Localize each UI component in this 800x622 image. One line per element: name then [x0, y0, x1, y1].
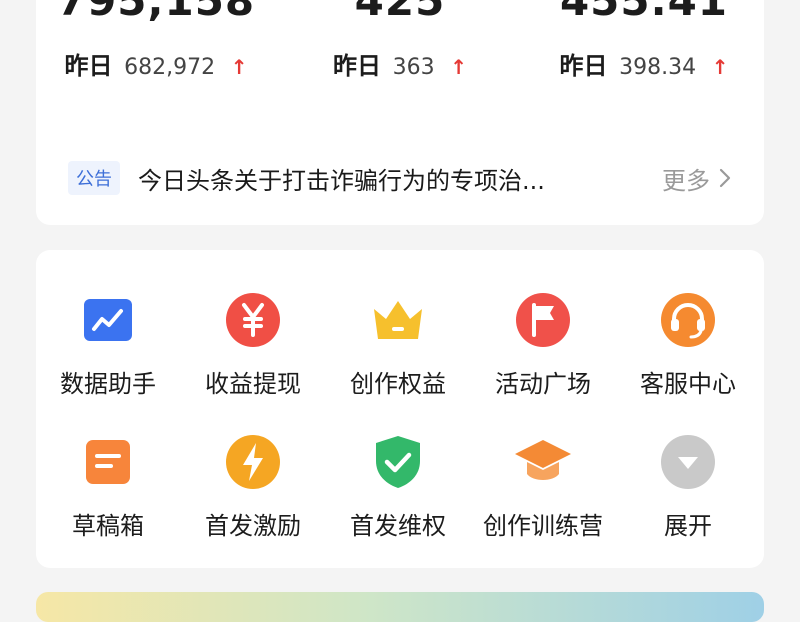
- yesterday-label: 昨日: [559, 52, 608, 80]
- stat-item[interactable]: 425 昨日 363 ↑: [280, 0, 520, 82]
- headset-icon: [658, 290, 718, 350]
- tool-creator-training-camp[interactable]: 创作训练营: [471, 432, 615, 552]
- arrow-up-icon: ↑: [230, 55, 248, 79]
- stat-value: 425: [354, 0, 446, 25]
- tool-label: 创作权益: [350, 370, 446, 398]
- tool-income-withdraw[interactable]: 收益提现: [181, 290, 325, 410]
- stats-card: 795,158 昨日 682,972 ↑ 425 昨日 363 ↑ 455.41…: [36, 0, 764, 225]
- lightning-icon: [223, 432, 283, 492]
- promo-banner[interactable]: [36, 592, 764, 622]
- tool-drafts[interactable]: 草稿箱: [36, 432, 180, 552]
- stat-item[interactable]: 455.41 昨日 398.34 ↑: [524, 0, 764, 82]
- notice-text[interactable]: 今日头条关于打击诈骗行为的专项治...: [138, 161, 662, 196]
- yesterday-label: 昨日: [332, 52, 381, 80]
- arrow-up-icon: ↑: [711, 55, 729, 79]
- graduation-cap-icon: [513, 432, 573, 492]
- stat-yesterday: 昨日 363 ↑: [280, 52, 520, 82]
- tool-label: 草稿箱: [72, 512, 144, 540]
- tool-first-publish-incentive[interactable]: 首发激励: [181, 432, 325, 552]
- stat-yesterday: 昨日 682,972 ↑: [36, 52, 276, 82]
- tool-label: 客服中心: [640, 370, 736, 398]
- tool-label: 创作训练营: [483, 512, 603, 540]
- yesterday-value: 398.34: [619, 55, 697, 80]
- arrow-up-icon: ↑: [450, 55, 468, 79]
- stat-item[interactable]: 795,158 昨日 682,972 ↑: [36, 0, 276, 82]
- more-link[interactable]: 更多: [662, 161, 732, 196]
- yuan-icon: [223, 290, 283, 350]
- tool-activity-square[interactable]: 活动广场: [471, 290, 615, 410]
- shield-check-icon: [368, 432, 428, 492]
- tool-label: 首发维权: [350, 512, 446, 540]
- tool-label: 首发激励: [205, 512, 301, 540]
- tools-card: 数据助手 收益提现 创作权益 活动广场 客服中心 草稿箱 首发激励 首发维权 创…: [36, 250, 764, 568]
- tool-data-assistant[interactable]: 数据助手: [36, 290, 180, 410]
- tool-creator-rights[interactable]: 创作权益: [326, 290, 470, 410]
- crown-icon: [368, 290, 428, 350]
- tool-label: 展开: [664, 512, 712, 540]
- yesterday-value: 363: [392, 55, 435, 80]
- notice-bar[interactable]: 公告 今日头条关于打击诈骗行为的专项治... 更多: [68, 155, 732, 201]
- expand-icon: [658, 432, 718, 492]
- more-label: 更多: [662, 166, 710, 195]
- stat-value: 455.41: [559, 0, 729, 25]
- tool-label: 收益提现: [205, 370, 301, 398]
- tool-expand[interactable]: 展开: [616, 432, 760, 552]
- tool-label: 数据助手: [60, 370, 156, 398]
- tool-customer-service[interactable]: 客服中心: [616, 290, 760, 410]
- notice-tag: 公告: [68, 161, 120, 195]
- stat-yesterday: 昨日 398.34 ↑: [524, 52, 764, 82]
- tool-label: 活动广场: [495, 370, 591, 398]
- chart-icon: [78, 290, 138, 350]
- stat-value: 795,158: [56, 0, 256, 25]
- draft-icon: [78, 432, 138, 492]
- yesterday-label: 昨日: [64, 52, 113, 80]
- chevron-right-icon: [719, 168, 731, 188]
- tool-first-publish-protection[interactable]: 首发维权: [326, 432, 470, 552]
- flag-icon: [513, 290, 573, 350]
- yesterday-value: 682,972: [124, 55, 216, 80]
